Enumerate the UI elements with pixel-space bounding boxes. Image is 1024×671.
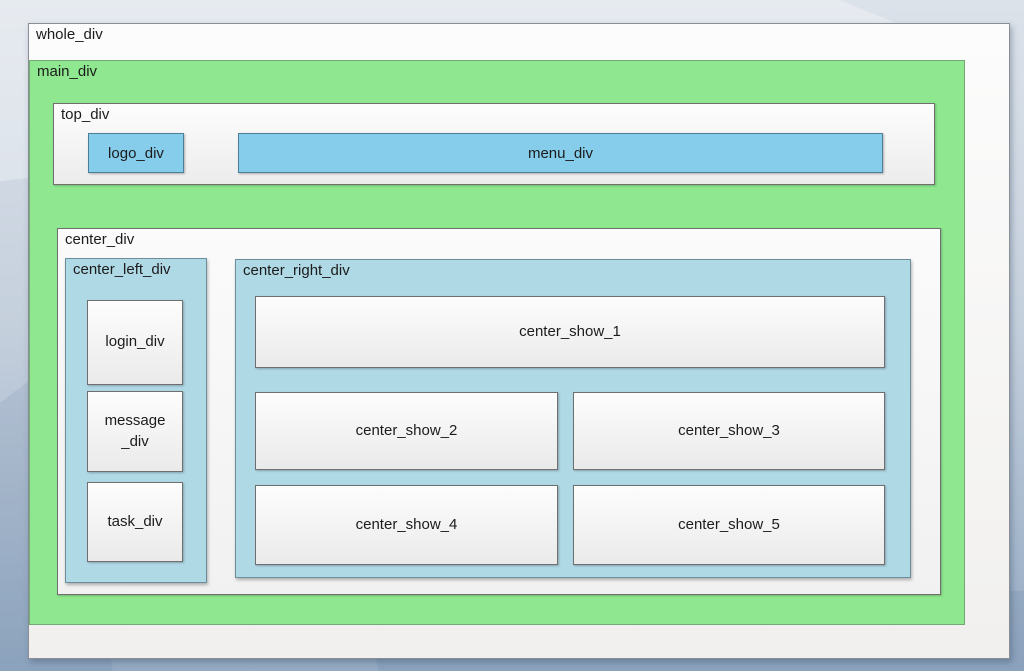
login-div-label: login_div (105, 332, 164, 352)
center-show-2-box: center_show_2 (255, 392, 558, 470)
center-show-5-box: center_show_5 (573, 485, 885, 565)
center-show-3-box: center_show_3 (573, 392, 885, 470)
center-show-1-box: center_show_1 (255, 296, 885, 368)
center-show-2-label: center_show_2 (356, 421, 458, 441)
whole-div-box: whole_div main_div top_div logo_div menu… (28, 23, 1010, 659)
center-show-5-label: center_show_5 (678, 515, 780, 535)
center-show-3-label: center_show_3 (678, 421, 780, 441)
center-show-4-label: center_show_4 (356, 515, 458, 535)
center-right-div-label: center_right_div (243, 262, 350, 279)
logo-div-box: logo_div (88, 133, 184, 173)
message-div-box: message_div (87, 391, 183, 472)
main-div-label: main_div (37, 63, 97, 80)
center-left-div-box: center_left_div login_div message_div ta… (65, 258, 207, 583)
center-right-div-box: center_right_div center_show_1 center_sh… (235, 259, 911, 578)
menu-div-box: menu_div (238, 133, 883, 173)
top-div-box: top_div logo_div menu_div (53, 103, 935, 185)
task-div-label: task_div (107, 512, 162, 532)
top-div-label: top_div (61, 106, 109, 123)
center-div-box: center_div center_left_div login_div mes… (57, 228, 941, 595)
center-show-4-box: center_show_4 (255, 485, 558, 565)
task-div-box: task_div (87, 482, 183, 562)
menu-div-label: menu_div (528, 145, 593, 162)
center-left-div-label: center_left_div (73, 261, 171, 278)
center-div-label: center_div (65, 231, 134, 248)
main-div-box: main_div top_div logo_div menu_div cente… (29, 60, 965, 625)
center-show-1-label: center_show_1 (519, 322, 621, 342)
whole-div-label: whole_div (36, 26, 103, 43)
login-div-box: login_div (87, 300, 183, 385)
message-div-label: message_div (102, 411, 168, 452)
logo-div-label: logo_div (108, 145, 164, 162)
